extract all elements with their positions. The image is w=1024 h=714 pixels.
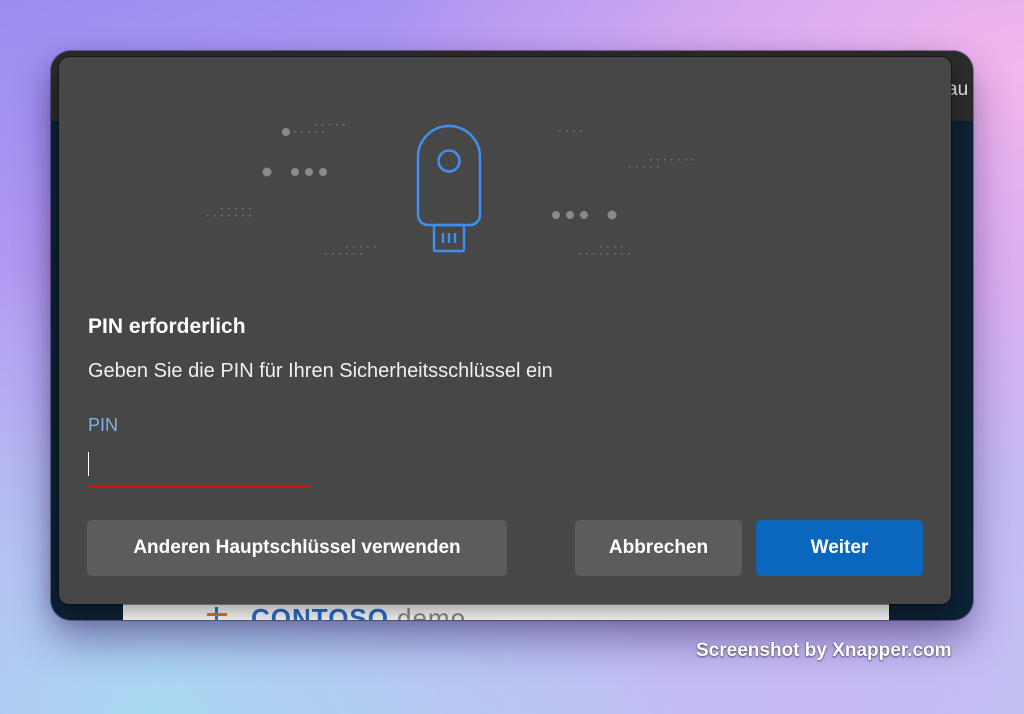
dialog-title: PIN erforderlich <box>88 315 246 338</box>
cancel-button[interactable]: Abbrechen <box>575 520 742 576</box>
dialog-description: Geben Sie die PIN für Ihren Sicherheitss… <box>88 360 553 382</box>
security-key-illustration <box>207 124 694 255</box>
contoso-logo-icon <box>207 607 227 620</box>
pin-input[interactable] <box>88 447 311 488</box>
use-other-key-button[interactable]: Anderen Hauptschlüssel verwenden <box>87 520 507 576</box>
next-button[interactable]: Weiter <box>756 520 923 576</box>
decorative-dots <box>262 128 617 220</box>
contoso-logo: CONTOSO demo <box>251 603 466 620</box>
pin-label: PIN <box>88 415 119 435</box>
watermark: Screenshot by Xnapper.com <box>696 640 952 661</box>
logo-text: CONTOSO <box>251 603 389 620</box>
text-cursor <box>88 452 89 476</box>
logo-subtext: demo <box>396 603 467 620</box>
pin-dialog: PIN erforderlich Geben Sie die PIN für I… <box>59 57 951 604</box>
usb-security-key-icon <box>416 124 482 253</box>
